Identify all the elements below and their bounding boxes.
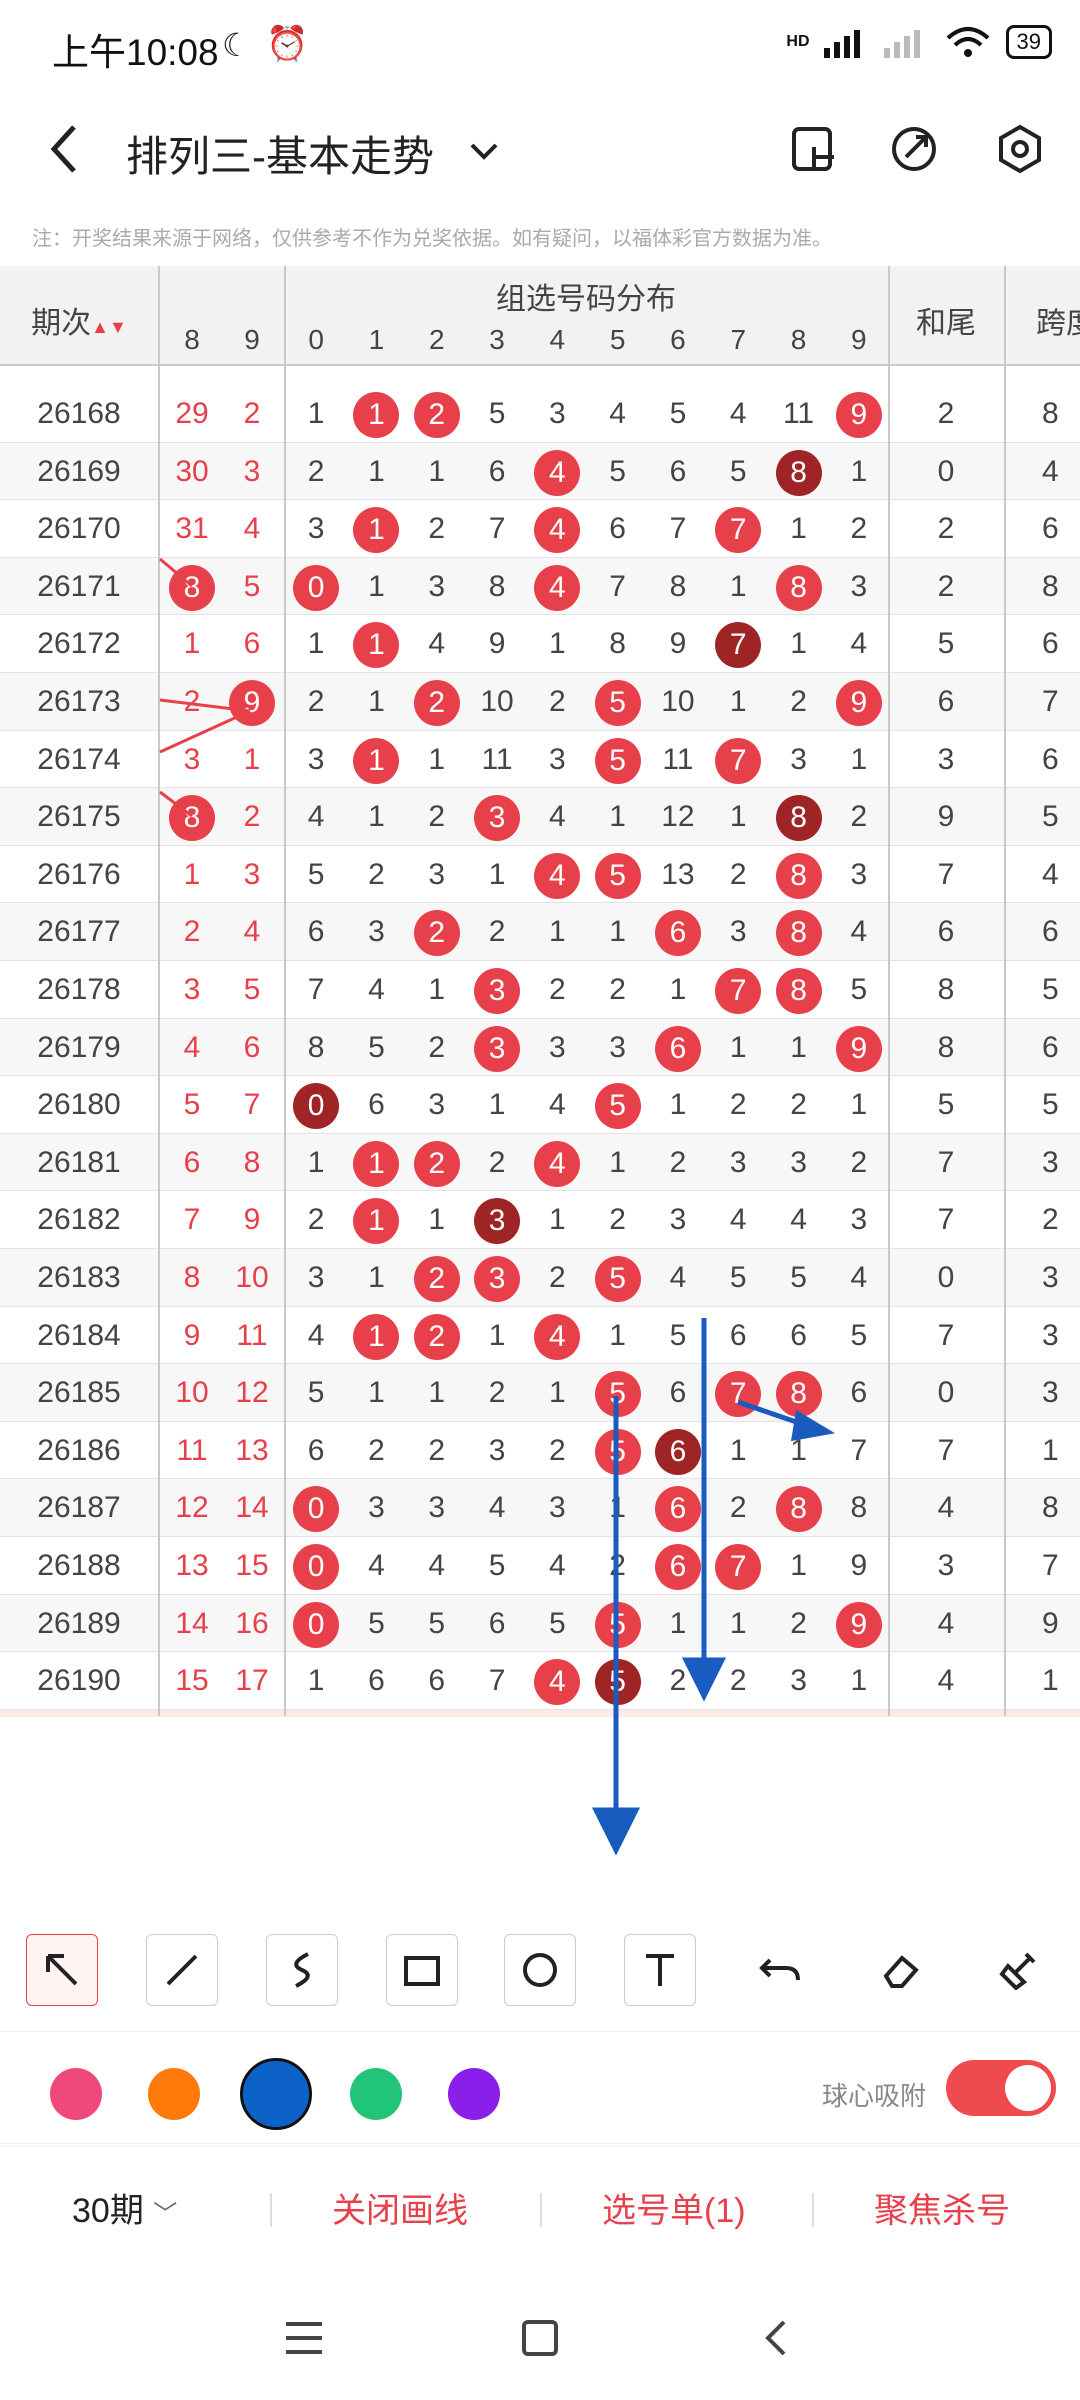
group-header: 组选号码分布: [496, 283, 676, 316]
arrow-tool[interactable]: [26, 1934, 98, 2006]
dist-digit-header: 6: [670, 324, 686, 355]
user-arrow-head: [681, 1657, 727, 1702]
curve-tool[interactable]: [266, 1934, 338, 2006]
text-icon: [646, 1954, 674, 1986]
disclaimer-note: 注：开奖结果来源于网络，仅供参考不作为兑奖依据。如有疑问，以福体彩官方数据为准。: [32, 228, 832, 250]
battery-indicator: 39: [1005, 25, 1052, 59]
trend-line: [159, 790, 193, 818]
layout-icon[interactable]: [788, 123, 840, 175]
back-arrow-icon[interactable]: [40, 119, 90, 179]
share-icon[interactable]: [888, 123, 940, 175]
span-header: 跨度: [1036, 307, 1080, 340]
drawing-toolbar: [0, 1912, 1080, 2032]
color-swatch[interactable]: [350, 2068, 402, 2120]
dist-digit-header: 3: [489, 324, 505, 355]
eraser-tool[interactable]: [864, 1934, 936, 2006]
system-nav-bar: [0, 2274, 1080, 2400]
back-icon[interactable]: [756, 2318, 796, 2358]
curve-icon: [294, 1952, 310, 1988]
period-select[interactable]: 30期 ﹀: [72, 2183, 177, 2232]
focus-kill-button[interactable]: 聚焦杀号: [874, 2183, 1010, 2232]
snap-label: 球心吸附: [822, 2081, 927, 2111]
line-icon: [166, 1954, 198, 1986]
dist-digit-header: 1: [368, 324, 385, 355]
color-swatch[interactable]: [148, 2068, 200, 2120]
broom-icon: [999, 1952, 1036, 1990]
clear-tool[interactable]: [984, 1934, 1056, 2006]
circle-icon: [523, 1953, 557, 1987]
dist-digit-header: 4: [549, 324, 566, 355]
left-digit-header: 9: [244, 324, 260, 355]
toggle-knob: [1005, 2065, 1051, 2111]
signal-2-icon: [883, 30, 920, 58]
table-header: 期次▲▼ 组选号码分布 和尾 跨度 8 9 0 1 2 3 4 5 6 7 8 9: [0, 266, 1080, 366]
trend-line: [159, 709, 251, 754]
close-draw-button[interactable]: 关闭画线: [332, 2183, 468, 2232]
circle-tool[interactable]: [504, 1934, 576, 2006]
page-title[interactable]: 排列三-基本走势: [126, 123, 434, 184]
rect-tool[interactable]: [386, 1934, 458, 2006]
bottom-action-bar: 30期 ﹀ 关闭画线 选号单(1) 聚焦杀号: [0, 2146, 1080, 2274]
left-digit-header: 8: [184, 324, 200, 355]
dist-digit-header: 7: [730, 324, 747, 355]
drawing-overlay[interactable]: [0, 366, 1080, 1926]
dist-digit-header: 9: [851, 324, 867, 355]
issue-header-label: 期次: [31, 307, 92, 340]
issue-header[interactable]: 期次▲▼: [0, 298, 158, 342]
rectangle-icon: [404, 1956, 440, 1986]
trend-line: [159, 698, 251, 713]
snap-toggle[interactable]: [946, 2060, 1056, 2116]
menu-icon[interactable]: [284, 2320, 324, 2356]
nav-bar: 排列三-基本走势: [0, 95, 1080, 205]
hd-icon: HD: [786, 33, 810, 50]
undo-tool[interactable]: [744, 1934, 816, 2006]
status-time: 上午10:08: [52, 32, 219, 73]
eraser-icon: [883, 1955, 919, 1988]
sum-tail-header: 和尾: [916, 307, 976, 340]
color-palette: 球心吸附: [0, 2032, 1080, 2144]
selection-list-button[interactable]: 选号单(1): [602, 2183, 746, 2232]
chevron-down-icon: ﹀: [153, 2201, 178, 2228]
dist-digit-header: 2: [428, 324, 445, 355]
text-tool[interactable]: [624, 1934, 696, 2006]
dist-digit-header: 0: [308, 324, 324, 355]
chevron-down-icon[interactable]: [464, 131, 504, 171]
dist-digit-header: 8: [790, 324, 807, 355]
status-bar: 上午10:08 ☾ ⏰ HD 39: [0, 0, 1080, 95]
color-swatch[interactable]: [240, 2058, 312, 2130]
wifi-icon: [946, 27, 989, 57]
undo-icon: [759, 1958, 800, 1981]
color-swatch[interactable]: [50, 2068, 102, 2120]
trend-line: [159, 557, 193, 588]
signal-icon: [823, 30, 860, 58]
home-icon[interactable]: [520, 2318, 560, 2358]
user-arrow-head: [591, 1807, 641, 1856]
arrow-icon: [46, 1954, 78, 1986]
line-tool[interactable]: [146, 1934, 218, 2006]
settings-icon[interactable]: [994, 123, 1046, 175]
dist-digit-header: 5: [609, 324, 626, 355]
sort-icon: ▲▼: [91, 317, 127, 337]
alarm-icon: ⏰: [266, 25, 309, 63]
color-swatch[interactable]: [448, 2068, 500, 2120]
user-arrow-head: [790, 1409, 836, 1442]
moon-icon: ☾: [222, 27, 251, 63]
period-label: 30期: [72, 2192, 144, 2230]
